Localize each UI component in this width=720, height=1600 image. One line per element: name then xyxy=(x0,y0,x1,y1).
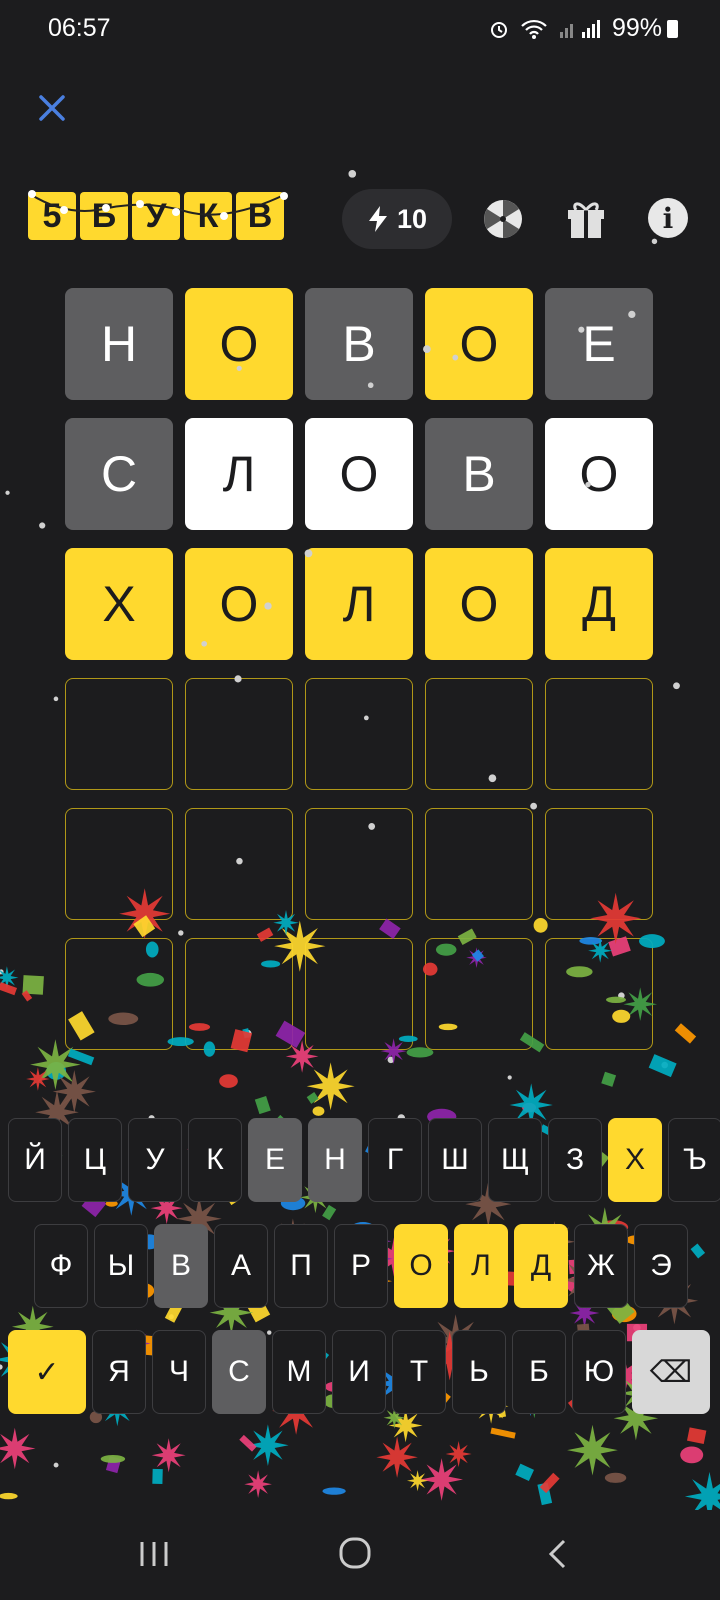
gift-icon[interactable] xyxy=(566,198,606,240)
board-row xyxy=(65,938,655,1050)
letter-tile: Л xyxy=(185,418,293,530)
empty-tile xyxy=(65,808,173,920)
keyboard-row-3: ✓ Я Ч С М И Т Ь Б Ю ⌫ xyxy=(8,1330,710,1414)
game-board: НОВОЕСЛОВОХОЛОД xyxy=(65,288,655,1068)
letter-tile: О xyxy=(305,418,413,530)
letter-tile: В xyxy=(425,418,533,530)
key[interactable]: Э xyxy=(634,1224,688,1308)
empty-tile xyxy=(185,808,293,920)
key[interactable]: И xyxy=(332,1330,386,1414)
key[interactable]: Ч xyxy=(152,1330,206,1414)
key[interactable]: Д xyxy=(514,1224,568,1308)
empty-tile xyxy=(305,938,413,1050)
backspace-key[interactable]: ⌫ xyxy=(632,1330,710,1414)
letter-tile: О xyxy=(185,548,293,660)
logo-tile: У xyxy=(132,192,180,240)
battery-icon xyxy=(667,20,678,38)
letter-tile: Е xyxy=(545,288,653,400)
status-icons: 99% xyxy=(488,14,662,43)
letter-tile: В xyxy=(305,288,413,400)
key[interactable]: Х xyxy=(608,1118,662,1202)
logo-tile: 5 xyxy=(28,192,76,240)
wifi-icon xyxy=(521,19,547,39)
close-button[interactable] xyxy=(36,92,68,124)
key[interactable]: Г xyxy=(368,1118,422,1202)
key[interactable]: Ц xyxy=(68,1118,122,1202)
empty-tile xyxy=(545,938,653,1050)
empty-tile xyxy=(305,678,413,790)
board-row: ХОЛОД xyxy=(65,548,655,660)
key[interactable]: У xyxy=(128,1118,182,1202)
keyboard-row-1: ЙЦУКЕНГШЩЗХЪ xyxy=(8,1118,720,1202)
info-icon[interactable]: i xyxy=(648,198,688,238)
system-nav-bar xyxy=(0,1510,720,1600)
game-logo: 5 Б У К В xyxy=(28,192,284,240)
status-time: 06:57 xyxy=(48,14,111,42)
key[interactable]: Ь xyxy=(452,1330,506,1414)
key[interactable]: Ж xyxy=(574,1224,628,1308)
board-row xyxy=(65,808,655,920)
empty-tile xyxy=(185,678,293,790)
empty-tile xyxy=(65,678,173,790)
key[interactable]: Б xyxy=(512,1330,566,1414)
battery-percent: 99% xyxy=(611,14,662,42)
status-bar: 06:57 99% xyxy=(0,0,720,58)
key[interactable]: З xyxy=(548,1118,602,1202)
letter-tile: Д xyxy=(545,548,653,660)
signal-icon xyxy=(559,19,600,38)
key[interactable]: К xyxy=(188,1118,242,1202)
empty-tile xyxy=(545,678,653,790)
energy-count: 10 xyxy=(396,203,428,234)
enter-key[interactable]: ✓ xyxy=(8,1330,86,1414)
key[interactable]: Т xyxy=(392,1330,446,1414)
key[interactable]: О xyxy=(394,1224,448,1308)
key[interactable]: М xyxy=(272,1330,326,1414)
empty-tile xyxy=(305,808,413,920)
letter-tile: О xyxy=(185,288,293,400)
key[interactable]: Й xyxy=(8,1118,62,1202)
letter-tile: Л xyxy=(305,548,413,660)
key[interactable]: С xyxy=(212,1330,266,1414)
key[interactable]: Я xyxy=(92,1330,146,1414)
board-row xyxy=(65,678,655,790)
board-row: НОВОЕ xyxy=(65,288,655,400)
back-icon[interactable] xyxy=(546,1538,568,1570)
letter-tile: Х xyxy=(65,548,173,660)
letter-tile: О xyxy=(425,548,533,660)
keyboard-row-2: ФЫВАПРОЛДЖЭ xyxy=(34,1224,688,1308)
logo-tile: В xyxy=(236,192,284,240)
alarm-icon xyxy=(490,21,507,38)
letter-tile: С xyxy=(65,418,173,530)
letter-tile: О xyxy=(425,288,533,400)
key[interactable]: Н xyxy=(308,1118,362,1202)
letter-tile: Н xyxy=(65,288,173,400)
wheel-of-fortune-icon[interactable] xyxy=(482,198,524,240)
home-icon[interactable] xyxy=(338,1536,372,1570)
empty-tile xyxy=(425,808,533,920)
key[interactable]: Л xyxy=(454,1224,508,1308)
key[interactable]: Щ xyxy=(488,1118,542,1202)
empty-tile xyxy=(65,938,173,1050)
empty-tile xyxy=(545,808,653,920)
logo-tile: К xyxy=(184,192,232,240)
key[interactable]: Ф xyxy=(34,1224,88,1308)
empty-tile xyxy=(425,938,533,1050)
key[interactable]: Ы xyxy=(94,1224,148,1308)
key[interactable]: Е xyxy=(248,1118,302,1202)
key[interactable]: Ш xyxy=(428,1118,482,1202)
logo-tile: Б xyxy=(80,192,128,240)
key[interactable]: П xyxy=(274,1224,328,1308)
key[interactable]: Р xyxy=(334,1224,388,1308)
letter-tile: О xyxy=(545,418,653,530)
board-row: СЛОВО xyxy=(65,418,655,530)
key[interactable]: А xyxy=(214,1224,268,1308)
lightning-icon xyxy=(368,206,387,232)
key[interactable]: В xyxy=(154,1224,208,1308)
energy-counter-button[interactable]: 10 xyxy=(342,189,452,249)
key[interactable]: Ю xyxy=(572,1330,626,1414)
recent-apps-icon[interactable] xyxy=(136,1538,172,1570)
empty-tile xyxy=(425,678,533,790)
key[interactable]: Ъ xyxy=(668,1118,720,1202)
empty-tile xyxy=(185,938,293,1050)
